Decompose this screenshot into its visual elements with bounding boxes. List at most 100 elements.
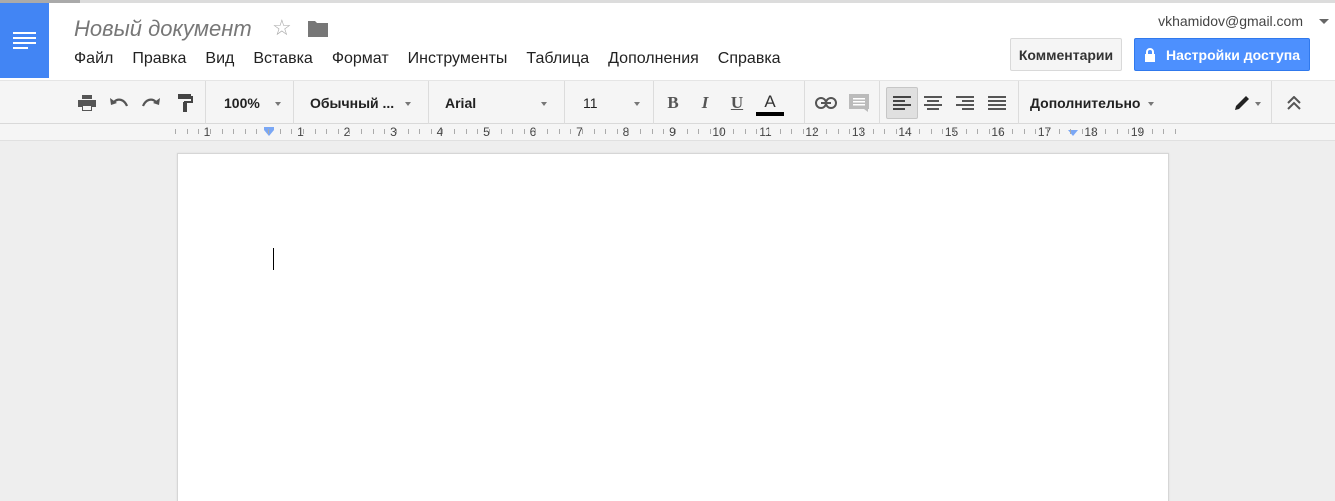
- chevron-down-icon: [405, 102, 411, 106]
- text-color-icon: A: [764, 91, 776, 111]
- ruler-tick: [512, 129, 513, 134]
- italic-button[interactable]: I: [693, 81, 717, 125]
- align-justify-icon[interactable]: [984, 81, 1010, 125]
- more-select[interactable]: Дополнительно: [1022, 81, 1162, 125]
- align-left-button[interactable]: [886, 87, 918, 119]
- bold-icon: B: [667, 93, 679, 112]
- share-button-label: Настройки доступа: [1165, 46, 1301, 63]
- font-select[interactable]: Arial: [435, 81, 555, 125]
- ruler-tick: [966, 129, 967, 134]
- ruler-tick: [1024, 129, 1025, 134]
- ruler-tick: [919, 129, 920, 134]
- ruler-tick: [907, 129, 908, 134]
- document-page[interactable]: [177, 153, 1169, 501]
- menu-item[interactable]: Дополнения: [608, 50, 699, 68]
- ruler-tick: [1105, 129, 1106, 134]
- lock-icon: [1144, 47, 1155, 62]
- align-center-icon[interactable]: [920, 81, 946, 125]
- ruler-number: 19: [1130, 125, 1145, 139]
- ruler-tick: [431, 129, 432, 134]
- ruler-tick: [628, 129, 629, 134]
- paint-format-icon[interactable]: [172, 81, 198, 125]
- menu-item[interactable]: Инструменты: [408, 50, 508, 68]
- ruler-tick: [942, 129, 943, 134]
- ruler-number: 10: [712, 125, 726, 139]
- left-indent-marker[interactable]: [264, 130, 274, 136]
- ruler-tick: [745, 129, 746, 134]
- menu-item[interactable]: Вид: [205, 50, 234, 68]
- print-icon[interactable]: [74, 81, 100, 125]
- menu-item[interactable]: Правка: [132, 50, 186, 68]
- text-color-button[interactable]: A: [755, 81, 785, 125]
- star-icon[interactable]: ☆: [272, 15, 292, 41]
- underline-button[interactable]: U: [725, 81, 749, 125]
- folder-icon[interactable]: [307, 18, 329, 38]
- comments-button[interactable]: Комментарии: [1010, 38, 1122, 71]
- ruler-tick: [1047, 129, 1048, 134]
- ruler-tick: [268, 129, 269, 134]
- ruler-tick: [477, 129, 478, 134]
- ruler-tick: [419, 129, 420, 134]
- menu-item[interactable]: Справка: [718, 50, 781, 68]
- ruler-tick: [570, 129, 571, 134]
- zoom-select[interactable]: 100%: [215, 81, 285, 125]
- ruler-number: 14: [898, 125, 912, 139]
- ruler-tick: [896, 129, 897, 134]
- ruler-number: 12: [805, 125, 819, 139]
- style-select[interactable]: Обычный ...: [300, 81, 420, 125]
- ruler-tick: [303, 129, 304, 134]
- editing-mode-button[interactable]: [1222, 81, 1262, 125]
- align-right-icon[interactable]: [952, 81, 978, 125]
- menu-item[interactable]: Вставка: [253, 50, 312, 68]
- collapse-icon[interactable]: [1280, 81, 1308, 125]
- ruler-tick: [803, 129, 804, 134]
- ruler-tick: [594, 129, 595, 134]
- ruler-tick: [1082, 129, 1083, 134]
- ruler-tick: [733, 129, 734, 134]
- ruler-tick: [617, 129, 618, 134]
- chevron-down-icon: [541, 102, 547, 106]
- ruler-tick: [931, 129, 932, 134]
- toolbar: 100% Обычный ... Arial 11 B I U A Дополн…: [0, 80, 1335, 186]
- ruler-tick: [663, 129, 664, 134]
- menu-item[interactable]: Таблица: [526, 50, 589, 68]
- header: Новый документ ☆ Файл Правка Вид Вставка Фор…: [0, 3, 1335, 80]
- ruler-tick: [675, 129, 676, 134]
- ruler-tick: [1128, 129, 1129, 134]
- ruler-number: 18: [1084, 125, 1098, 139]
- ruler-tick: [222, 129, 223, 134]
- menu-item[interactable]: Файл: [74, 50, 113, 68]
- ruler-tick: [582, 129, 583, 134]
- user-email[interactable]: vkhamidov@gmail.com: [1158, 13, 1303, 29]
- ruler-tick: [408, 129, 409, 134]
- menu-item[interactable]: Формат: [332, 50, 389, 68]
- zoom-value: 100%: [224, 95, 260, 111]
- ruler-tick: [605, 129, 606, 134]
- redo-icon[interactable]: [138, 81, 164, 125]
- comment-icon[interactable]: [846, 81, 872, 125]
- document-title[interactable]: Новый документ: [74, 16, 252, 42]
- ruler-number: 11: [759, 125, 772, 139]
- ruler-tick: [535, 129, 536, 134]
- link-icon[interactable]: [812, 81, 840, 125]
- ruler-tick: [361, 129, 362, 134]
- share-button[interactable]: Настройки доступа: [1134, 38, 1310, 71]
- ruler-number: 13: [851, 125, 866, 139]
- chevron-down-icon: [1255, 102, 1261, 106]
- chevron-down-icon: [634, 102, 640, 106]
- ruler-tick: [501, 129, 502, 134]
- ruler-tick: [280, 129, 281, 134]
- ruler-tick: [326, 129, 327, 134]
- ruler-tick: [1152, 129, 1153, 134]
- bold-button[interactable]: B: [661, 81, 685, 125]
- ruler-tick: [524, 129, 525, 134]
- ruler-tick: [640, 129, 641, 134]
- ruler-tick: [989, 129, 990, 134]
- ruler-tick: [1012, 129, 1013, 134]
- chevron-down-icon[interactable]: [1319, 19, 1329, 24]
- ruler-tick: [315, 129, 316, 134]
- docs-logo-icon[interactable]: [0, 3, 49, 78]
- font-size-select[interactable]: 11: [572, 81, 647, 125]
- undo-icon[interactable]: [106, 81, 132, 125]
- underline-icon: U: [730, 93, 744, 112]
